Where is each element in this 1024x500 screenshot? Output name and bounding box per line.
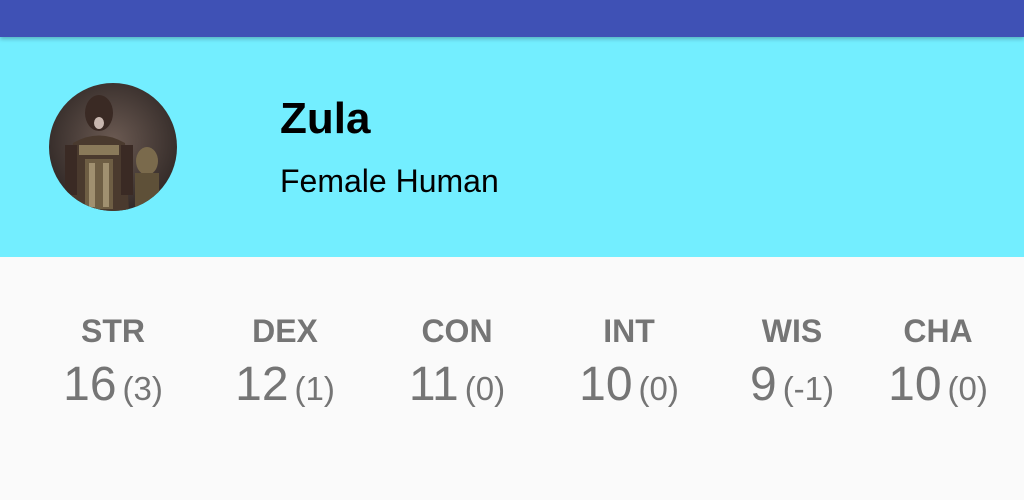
stat-label: DEX [252, 313, 318, 349]
stat-score: 10 [579, 358, 633, 411]
stat-str[interactable]: STR 16 (3) [27, 315, 199, 409]
stat-con[interactable]: CON 11 (0) [371, 315, 543, 409]
stat-score: 9 [749, 358, 777, 411]
stat-label: INT [603, 313, 655, 349]
character-header: Zula Female Human [0, 37, 1024, 257]
status-bar [0, 0, 1024, 37]
character-description: Female Human [280, 163, 499, 199]
ability-scores: STR 16 (3) DEX 12 (1) CON 11 (0) INT 10 (0) … [0, 257, 1024, 500]
stat-modifier: (0) [464, 370, 506, 407]
stat-score: 11 [408, 358, 459, 411]
stat-dex[interactable]: DEX 12 (1) [199, 315, 371, 409]
stat-modifier: (-1) [782, 370, 835, 407]
stat-modifier: (0) [638, 370, 679, 407]
stat-modifier: (1) [294, 370, 335, 407]
stat-score: 12 [235, 358, 289, 411]
stat-int[interactable]: INT 10 (0) [543, 315, 715, 409]
character-name: Zula [280, 94, 371, 143]
stat-label: CHA [903, 313, 973, 349]
stat-score: 10 [888, 358, 942, 411]
stat-score: 16 [63, 358, 117, 411]
stat-cha[interactable]: CHA 10 (0) [852, 315, 1024, 409]
character-portrait-icon [49, 83, 177, 211]
stat-modifier: (3) [122, 370, 163, 407]
stat-label: STR [81, 313, 145, 349]
stat-modifier: (0) [947, 370, 988, 407]
character-avatar[interactable] [49, 83, 177, 211]
stat-label: CON [421, 313, 493, 349]
